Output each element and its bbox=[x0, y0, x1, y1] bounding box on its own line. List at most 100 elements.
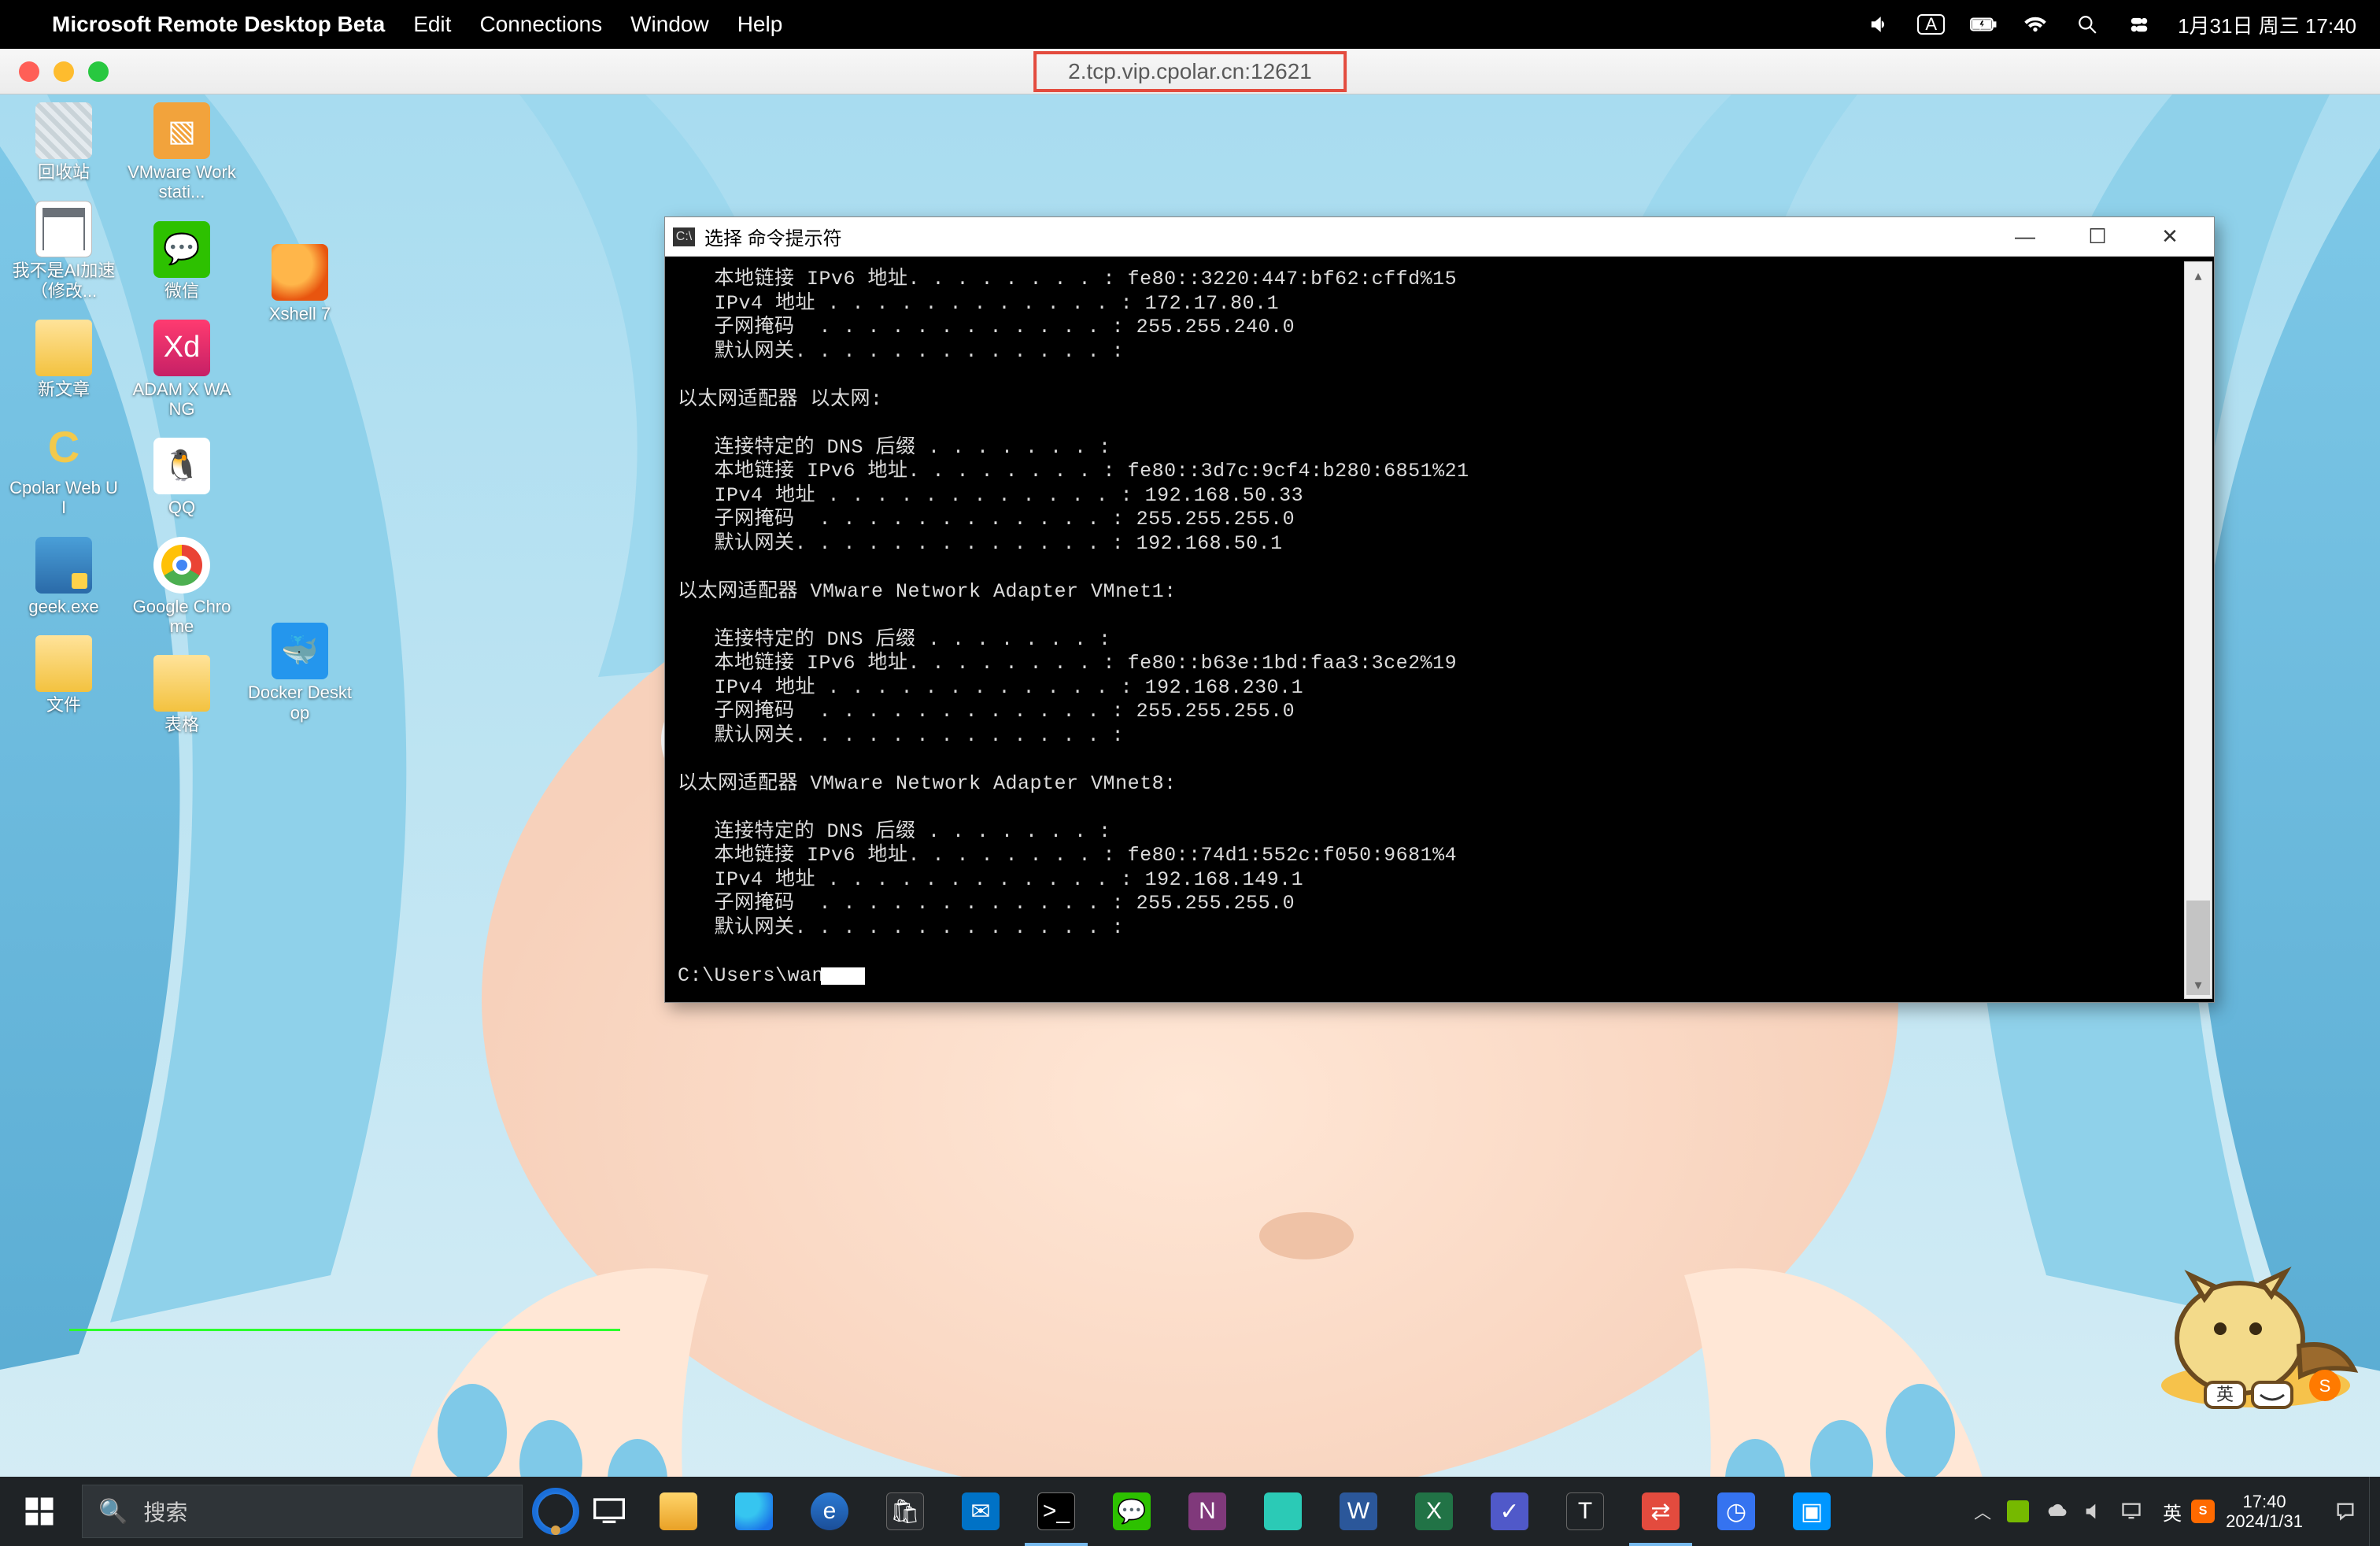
taskbar-search[interactable]: 🔍 搜索 bbox=[82, 1485, 523, 1538]
task-view-button[interactable] bbox=[586, 1477, 633, 1546]
selection-marquee bbox=[69, 1329, 620, 1331]
desktop-icon-docker[interactable]: 🐳Docker Desktop bbox=[246, 623, 354, 723]
ime-language-indicator[interactable]: 英 bbox=[2153, 1477, 2191, 1546]
wechat-icon: 💬 bbox=[1113, 1492, 1151, 1530]
chrome-icon bbox=[153, 537, 210, 594]
desktop-icon-adamx[interactable]: XdADAM X WANG bbox=[128, 320, 236, 420]
control-center-icon[interactable] bbox=[2126, 14, 2153, 35]
tencent-icon: ▣ bbox=[1793, 1492, 1831, 1530]
spotlight-icon[interactable] bbox=[2074, 14, 2101, 35]
cmd-titlebar[interactable]: C:\ 选择 命令提示符 — ☐ ✕ bbox=[665, 217, 2214, 257]
tray-chevron-up-icon[interactable]: ︿ bbox=[1974, 1499, 1991, 1524]
taskbar-app-typora[interactable]: T bbox=[1547, 1477, 1623, 1546]
cmd-output[interactable]: 本地链接 IPv6 地址. . . . . . . . : fe80::3220… bbox=[665, 257, 2214, 1002]
taskbar-app-excel[interactable]: X bbox=[1396, 1477, 1472, 1546]
desktop-icon-xshell[interactable]: Xshell 7 bbox=[246, 244, 354, 324]
taskbar-clock[interactable]: 17:40 2024/1/31 bbox=[2215, 1477, 2322, 1546]
desktop-icon-text-file[interactable]: 我不是AI加速（修改... bbox=[9, 201, 118, 301]
taskbar-app-edge-dev[interactable] bbox=[1245, 1477, 1321, 1546]
mac-menubar: Microsoft Remote Desktop Beta Edit Conne… bbox=[0, 0, 2380, 49]
taskbar-app-cmd[interactable]: >_ bbox=[1018, 1477, 1094, 1546]
taskbar-app-edge[interactable] bbox=[716, 1477, 792, 1546]
docker-icon: 🐳 bbox=[272, 623, 328, 679]
cmd-minimize-button[interactable]: — bbox=[1989, 217, 2061, 257]
onedrive-icon[interactable] bbox=[2045, 1500, 2067, 1522]
taskbar-app-edge-legacy[interactable]: e bbox=[792, 1477, 867, 1546]
menu-help[interactable]: Help bbox=[737, 12, 783, 37]
taskbar-app-rdp[interactable]: ⇄ bbox=[1623, 1477, 1698, 1546]
window-zoom-button[interactable] bbox=[88, 61, 109, 82]
desktop-icon-wechat[interactable]: 💬微信 bbox=[128, 221, 236, 301]
scroll-down-icon[interactable]: ▾ bbox=[2185, 971, 2212, 998]
action-center-icon[interactable] bbox=[2334, 1500, 2356, 1522]
remote-desktop-view: 回收站 我不是AI加速（修改... 新文章 CCpolar Web UI gee… bbox=[0, 94, 2380, 1546]
wifi-icon[interactable] bbox=[2022, 14, 2049, 35]
taskbar-app-tencent[interactable]: ▣ bbox=[1774, 1477, 1850, 1546]
menu-edit[interactable]: Edit bbox=[413, 12, 451, 37]
clock-date: 2024/1/31 bbox=[2226, 1511, 2303, 1531]
file-explorer-icon bbox=[660, 1492, 697, 1530]
desktop-icon-folder-tables[interactable]: 表格 bbox=[128, 655, 236, 734]
battery-icon[interactable] bbox=[1970, 14, 1997, 35]
cortana-icon[interactable] bbox=[530, 1486, 581, 1537]
window-close-button[interactable] bbox=[19, 61, 39, 82]
taskbar-app-wechat[interactable]: 💬 bbox=[1094, 1477, 1170, 1546]
cmd-maximize-button[interactable]: ☐ bbox=[2061, 217, 2134, 257]
cmd-icon: C:\ bbox=[673, 227, 695, 246]
word-icon: W bbox=[1340, 1492, 1377, 1530]
sogou-ime-tray-icon[interactable]: S bbox=[2191, 1500, 2215, 1523]
adobe-xd-icon: Xd bbox=[153, 320, 210, 376]
cmd-close-button[interactable]: ✕ bbox=[2134, 217, 2206, 257]
input-source-indicator[interactable]: A bbox=[1917, 14, 1945, 35]
rdp-icon: ⇄ bbox=[1642, 1492, 1680, 1530]
volume-tray-icon[interactable] bbox=[2082, 1500, 2105, 1522]
xshell-icon bbox=[272, 244, 328, 301]
taskbar-app-wxwork[interactable]: ◷ bbox=[1698, 1477, 1774, 1546]
taskbar-app-explorer[interactable] bbox=[641, 1477, 716, 1546]
desktop-icon-chrome[interactable]: Google Chrome bbox=[128, 537, 236, 637]
edge-dev-icon bbox=[1264, 1492, 1302, 1530]
volume-icon[interactable] bbox=[1865, 14, 1892, 35]
desktop-icon-folder-new[interactable]: 新文章 bbox=[9, 320, 118, 399]
window-minimize-button[interactable] bbox=[54, 61, 74, 82]
menu-connections[interactable]: Connections bbox=[479, 12, 602, 37]
cmd-icon: >_ bbox=[1037, 1492, 1075, 1530]
wechat-icon: 💬 bbox=[153, 221, 210, 278]
window-traffic-lights bbox=[0, 61, 109, 82]
taskbar-app-onenote[interactable]: N bbox=[1170, 1477, 1245, 1546]
scroll-up-icon[interactable]: ▴ bbox=[2185, 262, 2212, 289]
system-tray[interactable]: ︿ bbox=[1963, 1477, 2153, 1546]
cmd-cursor bbox=[821, 967, 865, 985]
menubar-clock[interactable]: 1月31日 周三 17:40 bbox=[2178, 10, 2356, 39]
sogou-ime-mascot[interactable]: 英 S bbox=[2138, 1228, 2374, 1417]
menu-window[interactable]: Window bbox=[630, 12, 709, 37]
app-name[interactable]: Microsoft Remote Desktop Beta bbox=[52, 12, 385, 37]
desktop-icon-recycle-bin[interactable]: 回收站 bbox=[9, 102, 118, 182]
desktop-icon-vmware[interactable]: ▧VMware Workstati... bbox=[128, 102, 236, 202]
vmware-icon: ▧ bbox=[153, 102, 210, 159]
taskbar-app-word[interactable]: W bbox=[1321, 1477, 1396, 1546]
desktop-icon-folder-files[interactable]: 文件 bbox=[9, 635, 118, 715]
wxwork-icon: ◷ bbox=[1717, 1492, 1755, 1530]
show-desktop-button[interactable] bbox=[2369, 1477, 2380, 1546]
taskbar-app-todo[interactable]: ✓ bbox=[1472, 1477, 1547, 1546]
window-titlebar[interactable]: 2.tcp.vip.cpolar.cn:12621 bbox=[0, 49, 2380, 94]
cmd-title: 选择 命令提示符 bbox=[704, 223, 842, 250]
taskbar-app-store[interactable]: 🛍 bbox=[867, 1477, 943, 1546]
taskbar-app-mail[interactable]: ✉ bbox=[943, 1477, 1018, 1546]
network-tray-icon[interactable] bbox=[2120, 1500, 2142, 1522]
edge-icon bbox=[735, 1492, 773, 1530]
desktop-icon-cpolar[interactable]: CCpolar Web UI bbox=[9, 418, 118, 518]
windows-taskbar: 🔍 搜索 e 🛍 ✉ >_ 💬 N W X ✓ T ⇄ ◷ ▣ bbox=[0, 1477, 2380, 1546]
cmd-window[interactable]: C:\ 选择 命令提示符 — ☐ ✕ 本地链接 IPv6 地址. . . . .… bbox=[664, 216, 2215, 1003]
text-file-icon bbox=[35, 201, 92, 257]
desktop-icon-qq[interactable]: 🐧QQ bbox=[128, 438, 236, 517]
desktop-icon-geek[interactable]: geek.exe bbox=[9, 537, 118, 616]
nvidia-icon[interactable] bbox=[2007, 1500, 2029, 1522]
start-button[interactable] bbox=[0, 1477, 79, 1546]
ime-mode-label: 英 bbox=[2216, 1385, 2234, 1404]
exe-icon bbox=[35, 537, 92, 594]
cmd-scrollbar[interactable]: ▴ ▾ bbox=[2184, 261, 2212, 999]
connection-address: 2.tcp.vip.cpolar.cn:12621 bbox=[1033, 51, 1347, 92]
folder-icon bbox=[153, 655, 210, 712]
